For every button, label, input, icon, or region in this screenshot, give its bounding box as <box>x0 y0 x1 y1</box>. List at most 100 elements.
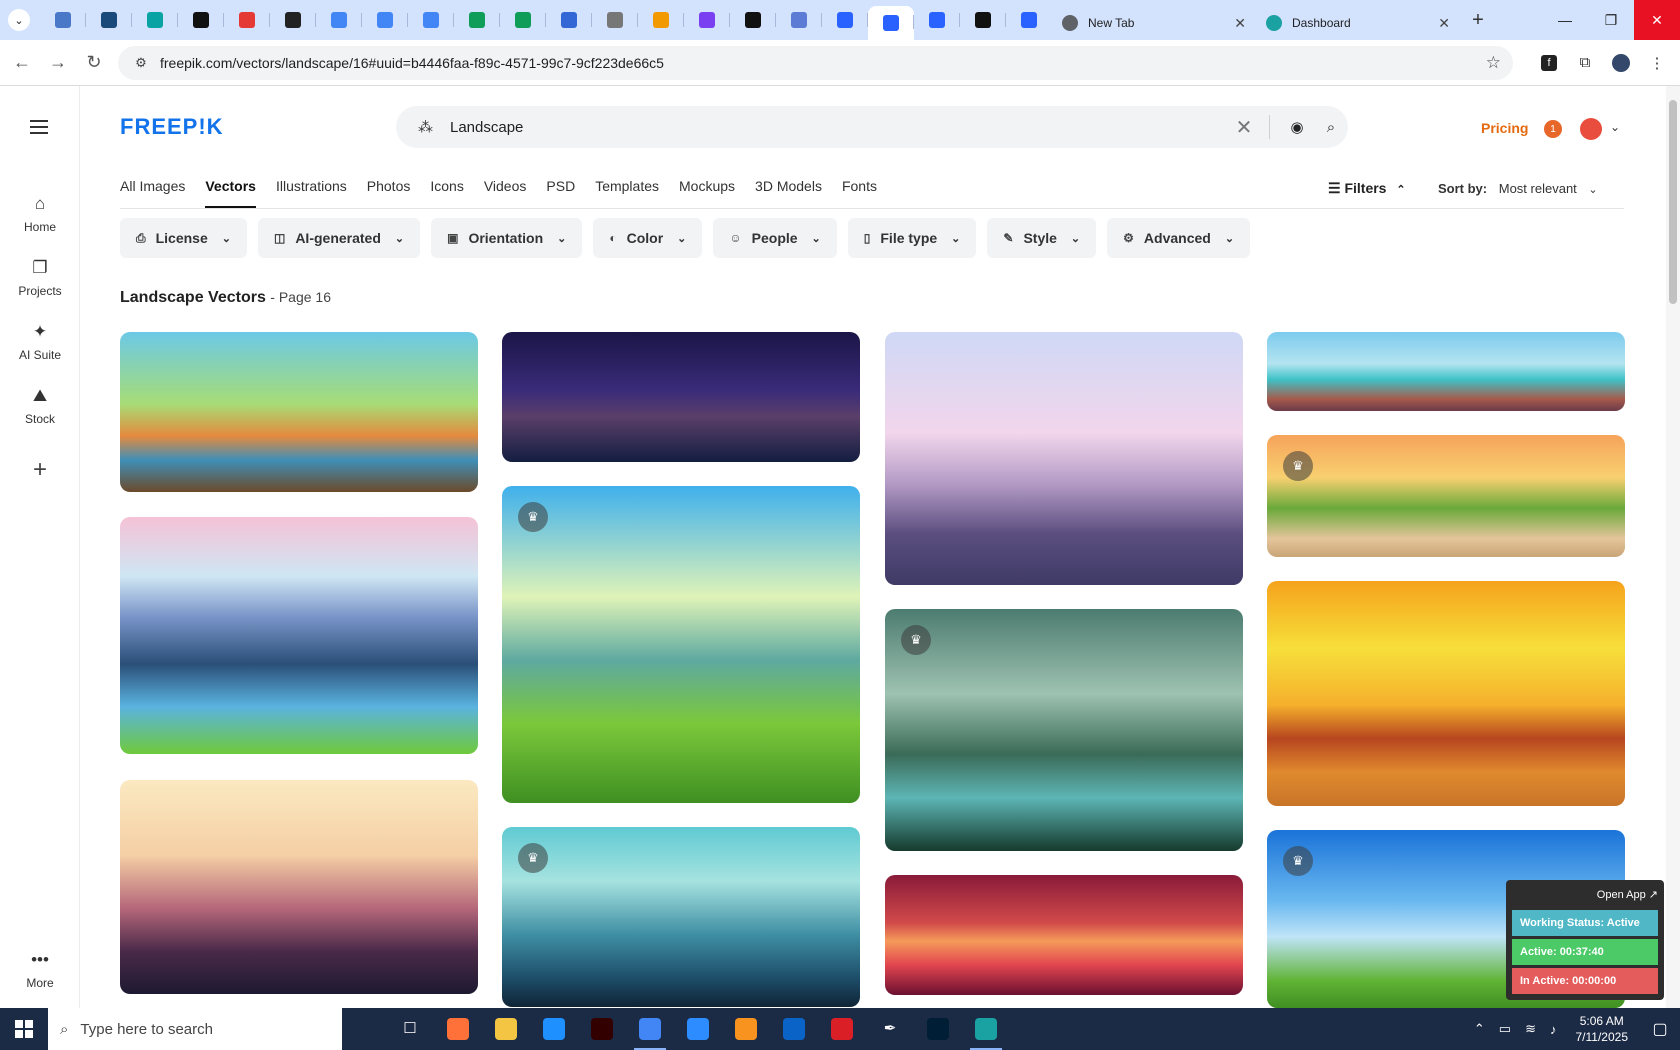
sidebar-item-stock[interactable]: ⛰ Stock <box>0 386 80 426</box>
reload-icon[interactable]: ↻ <box>76 45 112 81</box>
zoom-app-icon[interactable] <box>674 1008 722 1050</box>
url-text[interactable]: freepik.com/vectors/landscape/16#uuid=b4… <box>160 55 664 71</box>
filter-chip[interactable]: ▯ File type ⌄ <box>847 218 977 258</box>
tab-category[interactable]: Fonts <box>842 178 877 208</box>
tab-category[interactable]: Illustrations <box>276 178 347 208</box>
outlook-app-icon[interactable] <box>770 1008 818 1050</box>
pricing-link[interactable]: Pricing <box>1481 120 1528 136</box>
pinned-tab[interactable] <box>592 4 638 36</box>
vscode-app-icon[interactable] <box>530 1008 578 1050</box>
pinned-tab[interactable] <box>684 4 730 36</box>
landscape-image-card[interactable]: ♛ <box>885 609 1243 851</box>
firefox-app-icon[interactable] <box>434 1008 482 1050</box>
pinned-tab[interactable] <box>224 4 270 36</box>
sidebar-item-more[interactable]: ••• More <box>0 950 80 990</box>
tab-category[interactable]: Templates <box>595 178 659 208</box>
tab-category[interactable]: All Images <box>120 178 185 208</box>
new-tab-button[interactable]: + <box>1464 6 1492 34</box>
landscape-image-card[interactable] <box>885 332 1243 585</box>
extensions-puzzle-icon[interactable]: ⧉ <box>1567 45 1603 81</box>
landscape-image-card[interactable] <box>120 517 478 754</box>
pinned-tab[interactable] <box>500 4 546 36</box>
pinned-tab[interactable] <box>822 4 868 36</box>
tab-category[interactable]: Videos <box>484 178 527 208</box>
scrollbar-thumb[interactable] <box>1669 100 1677 304</box>
tab-search-button[interactable]: ⌄ <box>8 9 30 31</box>
task-view-app-icon[interactable]: ☐ <box>386 1008 434 1050</box>
pinned-tab[interactable] <box>638 4 684 36</box>
app2-app-icon[interactable] <box>962 1008 1010 1050</box>
pinned-tab[interactable] <box>546 4 592 36</box>
pinned-tab[interactable] <box>178 4 224 36</box>
pinned-tab[interactable] <box>914 4 960 36</box>
filters-toggle[interactable]: ☰ Filters ⌃ <box>1328 180 1406 197</box>
landscape-image-card[interactable]: ♛ <box>502 486 860 803</box>
landscape-image-card[interactable] <box>885 875 1243 995</box>
pinned-tab[interactable] <box>454 4 500 36</box>
filter-chip[interactable]: ⚙ Advanced ⌄ <box>1107 218 1251 258</box>
chevron-down-icon[interactable]: ⌄ <box>1610 120 1620 134</box>
tab-category[interactable]: Vectors <box>205 178 256 208</box>
clock[interactable]: 5:06 AM 7/11/2025 <box>1576 1013 1629 1045</box>
close-tab-icon[interactable]: ✕ <box>1234 15 1246 32</box>
tab-category[interactable]: Photos <box>367 178 411 208</box>
back-icon[interactable]: ← <box>4 45 40 81</box>
illustrator-app-icon[interactable] <box>578 1008 626 1050</box>
bookmark-star-icon[interactable]: ☆ <box>1486 53 1501 73</box>
address-bar[interactable]: ⚙ freepik.com/vectors/landscape/16#uuid=… <box>118 45 1513 80</box>
pinned-tab[interactable] <box>362 4 408 36</box>
landscape-image-card[interactable] <box>120 332 478 492</box>
filter-chip[interactable]: ◫ AI-generated ⌄ <box>257 218 421 258</box>
minimize-icon[interactable]: — <box>1542 0 1588 40</box>
clear-search-icon[interactable]: ✕ <box>1229 115 1259 140</box>
restore-icon[interactable]: ❐ <box>1588 0 1634 40</box>
landscape-image-card[interactable] <box>502 332 860 462</box>
landscape-image-card[interactable] <box>120 780 478 994</box>
close-window-icon[interactable]: ✕ <box>1634 0 1680 40</box>
hamburger-menu-icon[interactable] <box>30 120 48 134</box>
sidebar-item-ai-suite[interactable]: ✦ AI Suite <box>0 322 80 362</box>
pen-app-icon[interactable]: ✒ <box>866 1008 914 1050</box>
profile-avatar-icon[interactable] <box>1603 45 1639 81</box>
add-icon[interactable]: + <box>22 452 58 488</box>
tab-category[interactable]: PSD <box>546 178 575 208</box>
windows-start-icon[interactable] <box>0 1008 48 1050</box>
filter-chip[interactable]: ✎ Style ⌄ <box>987 218 1097 258</box>
pinned-tab[interactable] <box>40 4 86 36</box>
pinned-tab[interactable] <box>868 6 914 40</box>
tab-category[interactable]: Icons <box>430 178 463 208</box>
volume-icon[interactable]: ♪ <box>1550 1022 1557 1037</box>
pinned-tab[interactable] <box>960 4 1006 36</box>
photoshop-app-icon[interactable] <box>914 1008 962 1050</box>
close-tab-icon[interactable]: ✕ <box>1438 15 1450 32</box>
pinned-tab[interactable] <box>270 4 316 36</box>
pinned-tab[interactable] <box>730 4 776 36</box>
landscape-image-card[interactable]: ♛ <box>1267 435 1625 557</box>
filter-chip[interactable]: ⎙ License ⌄ <box>120 218 247 258</box>
network-icon[interactable]: ▭ <box>1499 1021 1511 1037</box>
chrome-app-icon[interactable] <box>626 1008 674 1050</box>
notification-badge[interactable]: 1 <box>1544 120 1562 138</box>
taskbar-search[interactable]: ⌕ Type here to search <box>48 1008 342 1050</box>
tab-new-tab[interactable]: New Tab ✕ <box>1052 6 1256 40</box>
site-info-icon[interactable]: ⚙ <box>126 55 156 71</box>
landscape-image-card[interactable] <box>1267 332 1625 411</box>
sort-dropdown[interactable]: Sort by: Most relevant ⌄ <box>1438 181 1598 196</box>
pinned-tab[interactable] <box>1006 4 1052 36</box>
ai-search-icon[interactable]: ⁂ <box>418 118 438 136</box>
pinned-tab[interactable] <box>776 4 822 36</box>
file-explorer-app-icon[interactable] <box>482 1008 530 1050</box>
filter-chip[interactable]: ▣ Orientation ⌄ <box>431 218 583 258</box>
landscape-image-card[interactable]: ♛ <box>502 827 860 1007</box>
pinned-tab[interactable] <box>408 4 454 36</box>
pinned-tab[interactable] <box>86 4 132 36</box>
creative-cloud-app-icon[interactable] <box>818 1008 866 1050</box>
page-scrollbar[interactable] <box>1666 86 1680 1008</box>
chevron-up-icon[interactable]: ⌃ <box>1474 1021 1485 1037</box>
forward-icon[interactable]: → <box>40 45 76 81</box>
wifi-icon[interactable]: ≋ <box>1525 1021 1536 1037</box>
avatar[interactable] <box>1580 118 1602 140</box>
pinned-tab[interactable] <box>316 4 362 36</box>
freepik-logo[interactable]: FREEP!K <box>120 114 224 140</box>
sidebar-item-projects[interactable]: ❐ Projects <box>0 258 80 298</box>
